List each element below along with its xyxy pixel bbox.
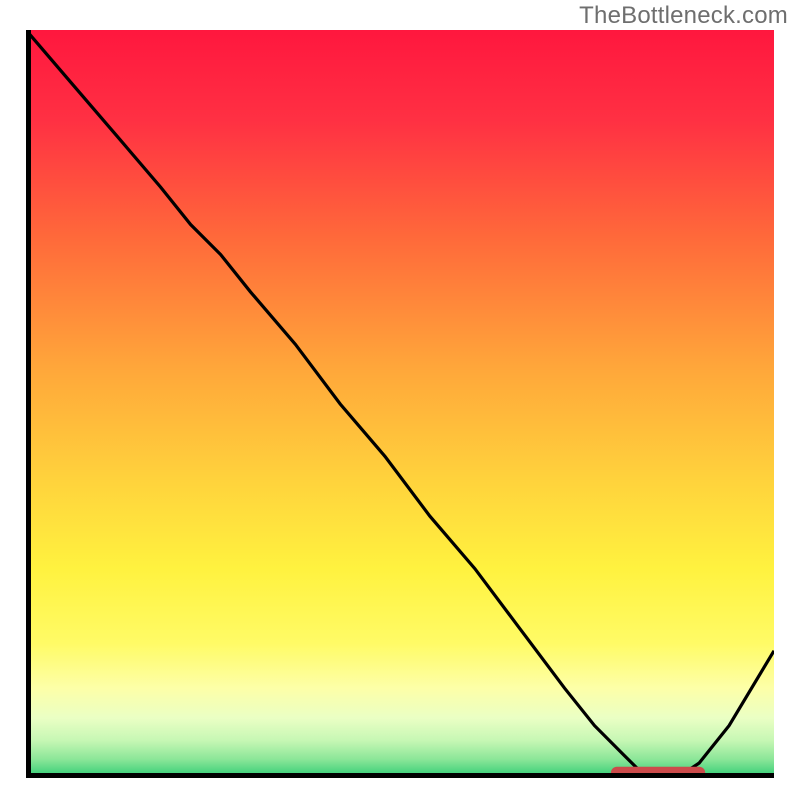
chart-container: TheBottleneck.com <box>0 0 800 800</box>
axes-frame <box>26 30 774 778</box>
watermark-text: TheBottleneck.com <box>579 2 788 30</box>
